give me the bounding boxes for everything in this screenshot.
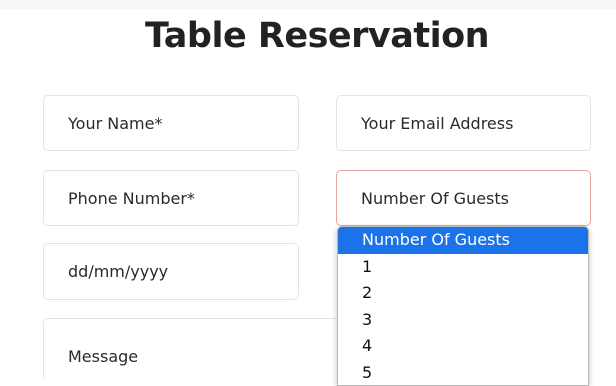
guests-option-placeholder[interactable]: Number Of Guests: [338, 227, 588, 254]
guests-select[interactable]: Number Of Guests: [336, 170, 591, 226]
date-input[interactable]: dd/mm/yyyy: [43, 243, 299, 300]
message-textarea[interactable]: Message: [43, 318, 343, 378]
guests-option-3[interactable]: 3: [338, 307, 588, 334]
guests-option-1[interactable]: 1: [338, 254, 588, 281]
guests-select-value: Number Of Guests: [361, 188, 509, 208]
guests-option-2[interactable]: 2: [338, 280, 588, 307]
phone-input[interactable]: Phone Number*: [43, 170, 299, 226]
message-textarea-placeholder: Message: [68, 347, 139, 366]
guests-option-5[interactable]: 5: [338, 360, 588, 385]
guests-dropdown-list[interactable]: Number Of Guests 1 2 3 4 5: [337, 226, 589, 386]
name-input[interactable]: Your Name*: [43, 95, 299, 151]
phone-input-placeholder: Phone Number*: [68, 188, 195, 208]
page-title: Table Reservation: [144, 16, 490, 56]
email-input-placeholder: Your Email Address: [361, 113, 514, 133]
name-input-placeholder: Your Name*: [68, 113, 163, 133]
guests-option-4[interactable]: 4: [338, 333, 588, 360]
top-strip: [0, 0, 616, 9]
date-input-placeholder: dd/mm/yyyy: [68, 262, 169, 281]
email-input[interactable]: Your Email Address: [336, 95, 591, 151]
